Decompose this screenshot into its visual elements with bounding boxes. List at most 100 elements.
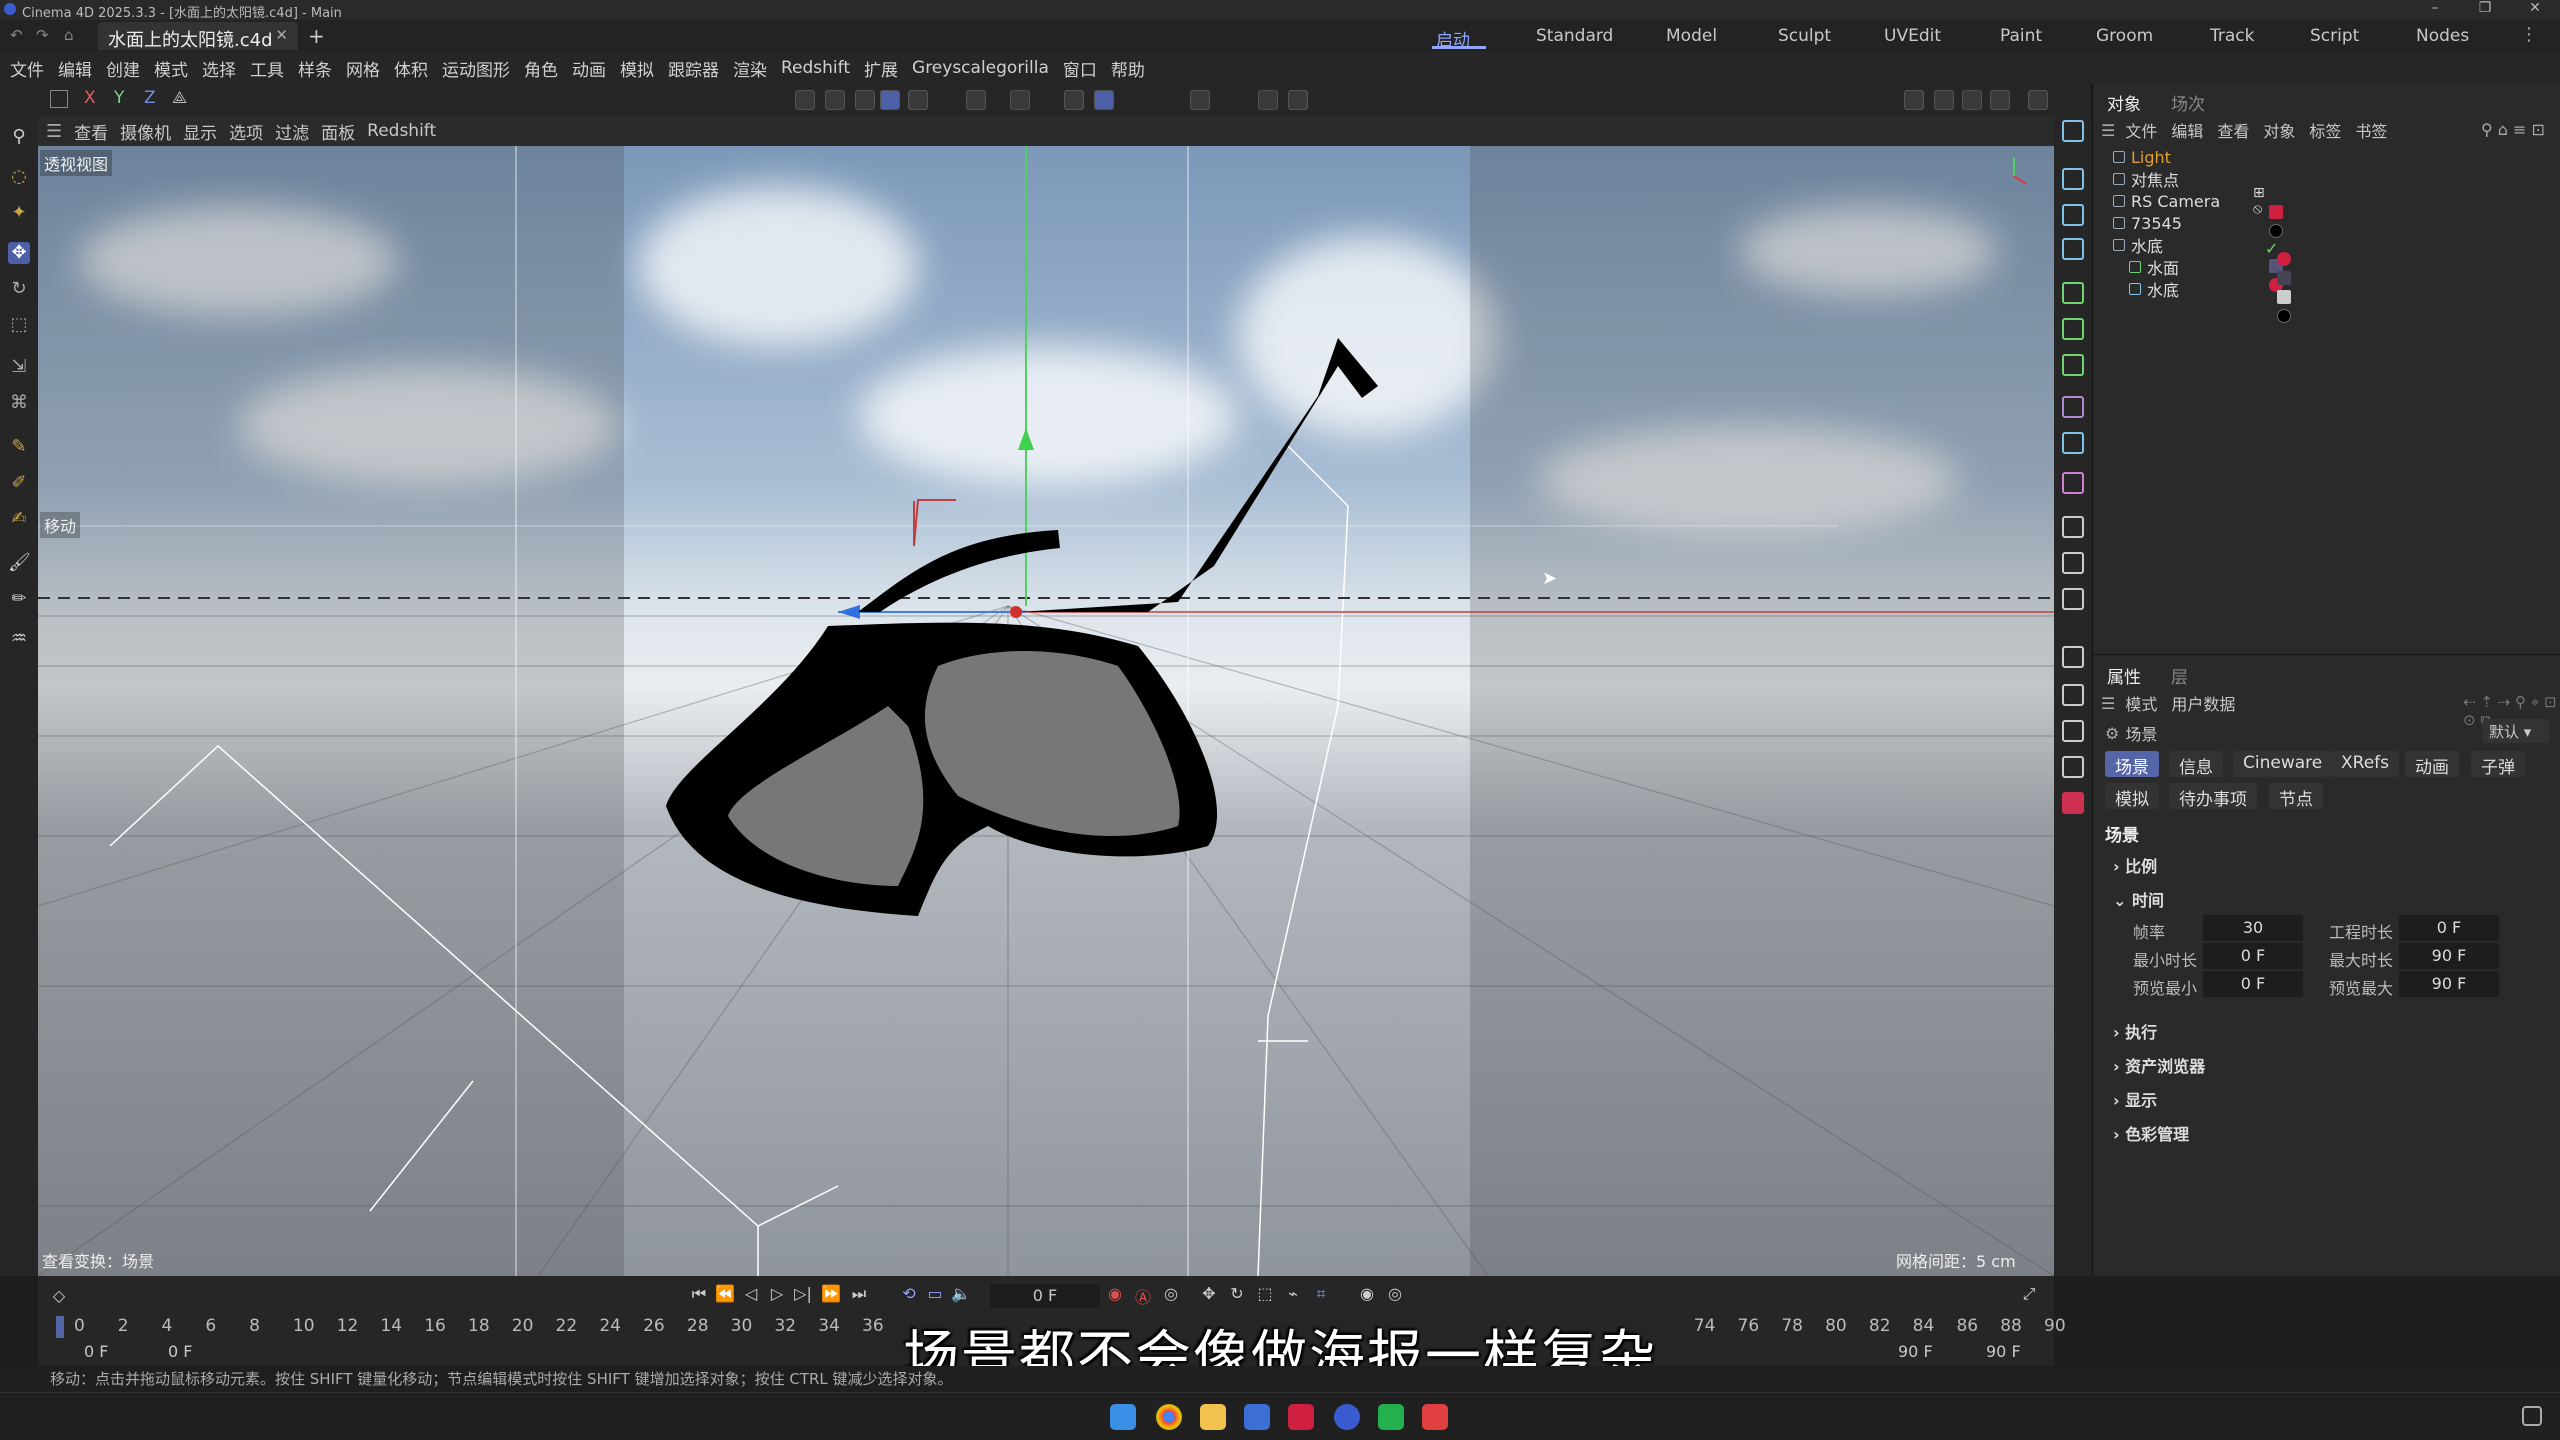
object-row-focus[interactable]: 对焦点 [2113,168,2179,190]
object-row-light[interactable]: Light [2113,146,2171,168]
motion-clip-button[interactable]: ◉ [1356,1284,1378,1306]
polygons-mode-icon[interactable] [855,90,875,110]
viewport-menu-filter[interactable]: 过滤 [275,119,309,144]
obj-menu-file[interactable]: 文件 [2125,118,2157,142]
magnet-icon[interactable] [1010,90,1030,110]
attr-menu-mode[interactable]: 模式 [2125,691,2157,715]
brush-tool-icon[interactable]: 🖌 [8,552,31,574]
undo-icon[interactable]: ↶ [10,26,23,44]
attr-btn-scene[interactable]: 场景 [2105,751,2159,778]
menu-redshift[interactable]: Redshift [781,58,850,78]
menu-greyscalegorilla[interactable]: Greyscalegorilla [912,58,1049,78]
menu-render[interactable]: 渲染 [733,56,767,81]
section-time[interactable]: ⌄ 时间 [2113,887,2164,911]
menu-tools[interactable]: 工具 [250,56,284,81]
maximize-button[interactable]: ❐ [2460,0,2510,20]
object-row-water-surface[interactable]: 水面 ✓ [2129,239,2283,292]
viewport-menu-panel[interactable]: 面板 [321,119,355,144]
attr-btn-todo[interactable]: 待办事项 [2169,783,2257,810]
edges-mode-icon[interactable] [825,90,845,110]
axis-y-button[interactable]: Y [114,88,124,108]
project-length-field[interactable]: 0 F [2399,915,2499,941]
environment-icon[interactable] [2062,516,2084,538]
section-asset-browser[interactable]: › 资产浏览器 [2113,1053,2205,1077]
coordinate-system-icon[interactable]: ⟁ [172,88,187,108]
menu-mode[interactable]: 模式 [154,56,188,81]
modeling-tool-icon[interactable]: ⌘ [8,392,30,414]
snap-grid-icon[interactable] [1064,90,1084,110]
notification-icon[interactable] [2522,1406,2542,1426]
attr-btn-animation[interactable]: 动画 [2405,751,2459,778]
redshift-render-icon[interactable] [2028,90,2048,110]
menu-character[interactable]: 角色 [524,56,558,81]
object-row-water-bottom[interactable]: 水底 [2129,252,2291,323]
model-mode-icon[interactable] [880,90,900,110]
tab-attributes[interactable]: 属性 [2107,663,2141,688]
live-selection-icon[interactable]: ◌ [8,166,30,188]
menu-animate[interactable]: 动画 [572,56,606,81]
axis-z-button[interactable]: Z [144,88,156,108]
object-menu-icon[interactable]: ☰ [2101,121,2115,140]
render-to-picture-viewer-icon[interactable] [1962,90,1982,110]
viewport-menu-redshift[interactable]: Redshift [367,121,436,141]
menu-spline[interactable]: 样条 [298,56,332,81]
preset-dropdown[interactable]: 默认 ▾ [2483,719,2549,743]
current-frame-field[interactable]: 0 F [990,1284,1100,1308]
volume-icon[interactable] [2062,472,2084,494]
object-row-water-bottom-group[interactable]: 水底 [2113,234,2163,256]
section-scale[interactable]: › 比例 [2113,853,2157,877]
more-layouts-icon[interactable]: ⋮ [2520,24,2538,45]
loop-button[interactable]: ⟲ [898,1284,920,1306]
param-key-button[interactable]: ⌁ [1282,1284,1304,1306]
render-queue-side-icon[interactable] [2062,720,2084,742]
viewport-menu-display[interactable]: 显示 [183,119,217,144]
menu-create[interactable]: 创建 [106,56,140,81]
menu-window[interactable]: 窗口 [1063,56,1097,81]
axis-mode-icon[interactable] [966,90,986,110]
youdao-icon[interactable] [1288,1404,1314,1430]
pla-key-button[interactable]: ⌗ [1310,1284,1332,1306]
green-app-icon[interactable] [1378,1404,1404,1430]
next-key-button[interactable]: ⏩ [820,1284,842,1306]
close-window-button[interactable]: ✕ [2510,0,2560,20]
rotation-key-button[interactable]: ↻ [1226,1284,1248,1306]
chrome-icon[interactable] [1156,1404,1182,1430]
menu-mograph[interactable]: 运动图形 [442,56,510,81]
tab-layers[interactable]: 层 [2171,663,2188,688]
search-icon[interactable]: ⚲ [8,126,30,148]
obj-menu-view[interactable]: 查看 [2217,118,2249,142]
home-icon[interactable]: ⌂ [64,26,74,44]
preview-min-field[interactable]: 0 F [2203,971,2303,997]
layout-sculpt[interactable]: Sculpt [1778,26,1831,46]
menu-volume[interactable]: 体积 [394,56,428,81]
scale-key-button[interactable]: ⬚ [1254,1284,1276,1306]
cube-primitive-icon[interactable] [2062,168,2084,190]
render-queue-icon[interactable] [1990,90,2010,110]
perspective-viewport[interactable]: 透视视图 移动 查看变换：场景 网格间距：5 cm ➤ [38,146,2054,1276]
cloner-icon[interactable] [2062,318,2084,340]
menu-extensions[interactable]: 扩展 [864,56,898,81]
viewport-menu-view[interactable]: 查看 [74,119,108,144]
autokey-button[interactable]: Ⓐ [1132,1284,1154,1307]
section-display[interactable]: › 显示 [2113,1087,2157,1111]
texture-mode-icon[interactable] [908,90,928,110]
object-manager-icon[interactable] [2062,120,2084,142]
points-mode-icon[interactable] [795,90,815,110]
obj-menu-tags[interactable]: 标签 [2309,118,2341,142]
section-color-management[interactable]: › 色彩管理 [2113,1121,2189,1145]
deformer-icon[interactable] [2062,354,2084,376]
layout-uvedit[interactable]: UVEdit [1884,26,1941,46]
viewport-menu-camera[interactable]: 摄像机 [120,119,171,144]
symmetry-icon[interactable] [1288,90,1308,110]
attr-menu-icon[interactable]: ☰ [2101,694,2115,713]
menu-help[interactable]: 帮助 [1111,56,1145,81]
scale-tool-icon[interactable]: ⬚ [8,314,30,336]
generator-icon[interactable] [2062,282,2084,304]
preview-range-button[interactable]: ▭ [924,1284,946,1306]
material-icon[interactable] [1258,90,1278,110]
text-icon[interactable] [2062,238,2084,260]
render-region-icon[interactable] [1934,90,1954,110]
next-frame-button[interactable]: ▷| [792,1284,814,1306]
preview-max-field[interactable]: 90 F [2399,971,2499,997]
windows-start-icon[interactable] [1110,1404,1136,1430]
